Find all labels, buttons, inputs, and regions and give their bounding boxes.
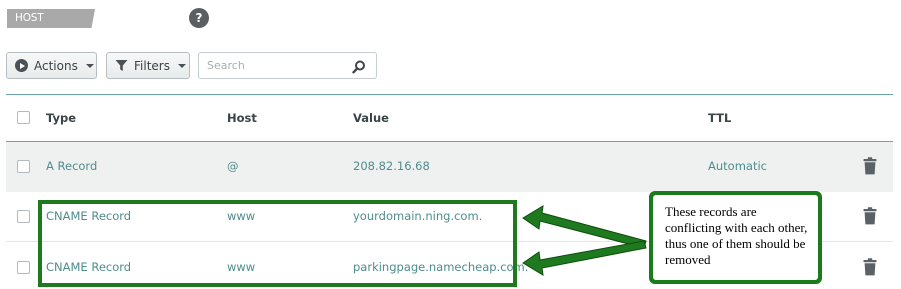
row-checkbox[interactable] <box>17 210 30 223</box>
actions-dropdown-button[interactable]: Actions <box>6 52 97 79</box>
record-host: @ <box>227 159 239 173</box>
record-ttl: Automatic <box>708 159 767 173</box>
record-value: yourdomain.ning.com. <box>353 209 483 223</box>
record-value: 208.82.16.68 <box>353 159 430 173</box>
record-type: CNAME Record <box>46 260 132 274</box>
annotation-callout: These records are conflicting with each … <box>649 191 822 284</box>
actions-label: Actions <box>34 58 78 73</box>
header-ttl[interactable]: TTL <box>708 95 731 141</box>
chevron-down-icon <box>177 63 186 68</box>
select-all-checkbox[interactable] <box>17 111 30 124</box>
help-icon[interactable]: ? <box>189 8 209 28</box>
section-title-tag: HOST RECORDS <box>7 9 95 28</box>
search-icon[interactable] <box>352 59 366 78</box>
record-host: www <box>227 260 256 274</box>
trash-icon[interactable] <box>863 157 877 178</box>
header-value[interactable]: Value <box>353 95 389 141</box>
record-value: parkingpage.namecheap.com. <box>353 260 529 274</box>
filters-label: Filters <box>134 58 170 73</box>
trash-icon[interactable] <box>863 207 877 228</box>
header-host[interactable]: Host <box>227 95 257 141</box>
table-row[interactable]: A Record @ 208.82.16.68 Automatic <box>6 142 893 192</box>
table-header-row: Type Host Value TTL <box>6 95 893 142</box>
annotation-text: These records are conflicting with each … <box>653 195 818 280</box>
row-checkbox[interactable] <box>17 160 30 173</box>
header-type[interactable]: Type <box>46 95 76 141</box>
filters-dropdown-button[interactable]: Filters <box>106 52 190 79</box>
play-circle-icon <box>15 59 28 72</box>
record-type: A Record <box>46 159 98 173</box>
record-host: www <box>227 209 256 223</box>
search-box <box>198 52 377 79</box>
record-type: CNAME Record <box>46 209 132 223</box>
search-input[interactable] <box>199 53 339 78</box>
row-checkbox[interactable] <box>17 261 30 274</box>
trash-icon[interactable] <box>863 258 877 279</box>
funnel-icon <box>115 59 128 72</box>
chevron-down-icon <box>85 63 94 68</box>
